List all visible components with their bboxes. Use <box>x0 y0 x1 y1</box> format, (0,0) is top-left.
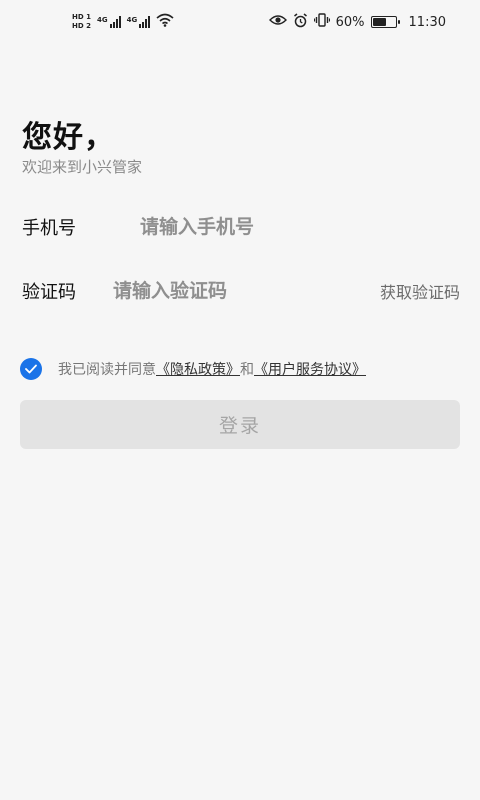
clock: 11:30 <box>408 14 446 30</box>
privacy-policy-link[interactable]: 《隐私政策》 <box>156 359 240 379</box>
agreement-row: 我已阅读并同意 《隐私政策》 和 《用户服务协议》 <box>20 358 366 380</box>
battery-icon <box>370 16 400 28</box>
status-left: HD 1 HD 2 4G 4G <box>72 13 174 31</box>
page-subtitle: 欢迎来到小兴管家 <box>22 158 143 176</box>
get-code-button[interactable]: 获取验证码 <box>380 279 460 303</box>
hd1-label: HD 1 <box>72 13 91 21</box>
battery-fill <box>372 18 386 26</box>
phone-label: 手机号 <box>22 218 76 239</box>
hd-indicator: HD 1 HD 2 <box>72 13 91 31</box>
check-icon <box>25 364 37 374</box>
code-label: 验证码 <box>22 282 76 303</box>
alarm-icon <box>293 12 308 32</box>
hd2-label: HD 2 <box>72 22 91 30</box>
eye-icon <box>268 14 287 30</box>
code-input[interactable] <box>112 280 380 302</box>
phone-input[interactable] <box>140 216 460 238</box>
agreement-and: 和 <box>240 362 254 378</box>
battery-percent: 60% <box>335 14 365 30</box>
code-row: 验证码 获取验证码 <box>22 271 460 311</box>
agreement-checkbox[interactable] <box>20 358 42 380</box>
signal-icon-1: 4G <box>97 16 121 28</box>
signal-icon-2: 4G <box>127 16 151 28</box>
net1-label: 4G <box>96 16 108 24</box>
wifi-icon <box>156 13 174 31</box>
page-title: 您好， <box>22 120 115 155</box>
agreement-prefix: 我已阅读并同意 <box>58 362 156 378</box>
phone-row: 手机号 <box>22 207 460 247</box>
status-bar: HD 1 HD 2 4G 4G 60% 11:30 <box>0 0 480 44</box>
vibrate-icon <box>313 13 330 31</box>
login-button[interactable]: 登录 <box>20 400 460 449</box>
terms-of-service-link[interactable]: 《用户服务协议》 <box>254 359 366 379</box>
status-right: 60% 11:30 <box>268 12 446 32</box>
net2-label: 4G <box>126 16 138 24</box>
